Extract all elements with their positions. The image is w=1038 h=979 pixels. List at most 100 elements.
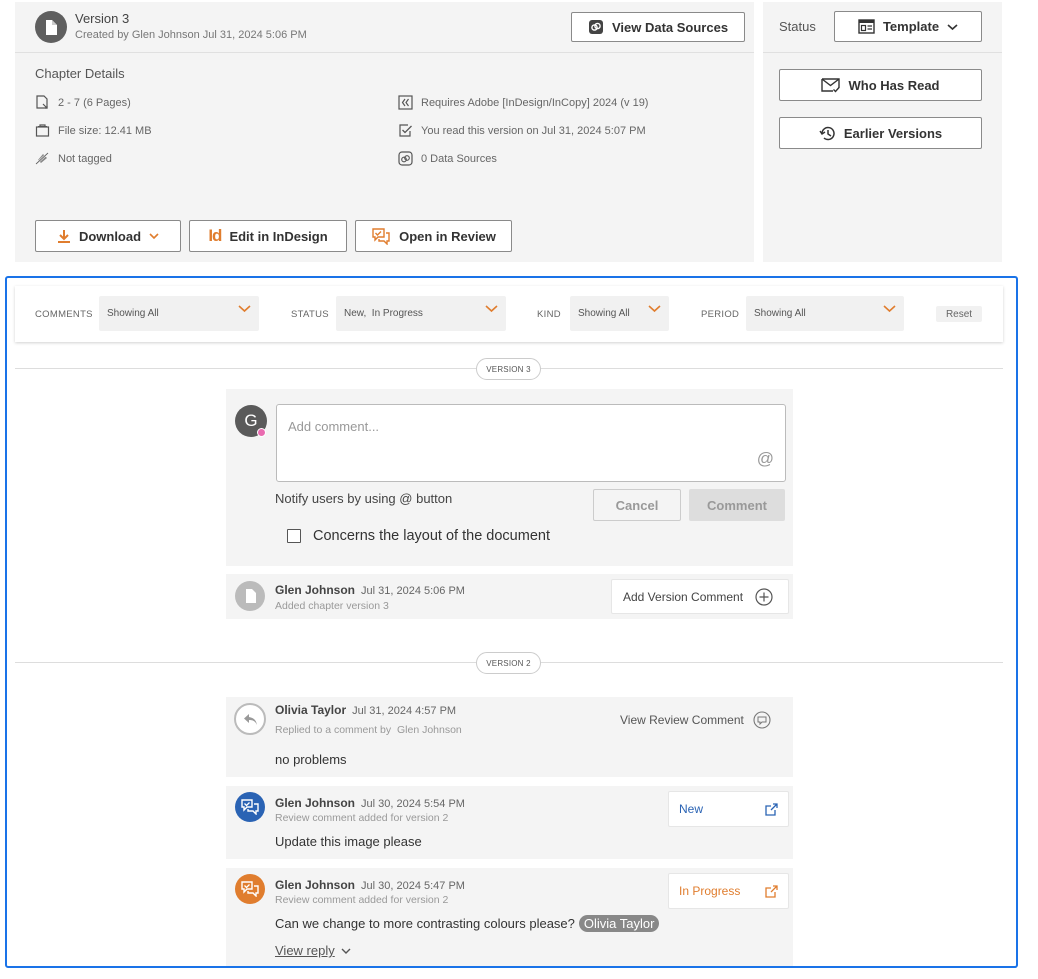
comment-1-header: Glen Johnson Jul 30, 2024 5:54 PM xyxy=(275,796,465,810)
comment-submit-button[interactable]: Comment xyxy=(689,489,785,521)
chevron-down-icon xyxy=(341,948,351,954)
file-size-detail: File size: 12.41 MB xyxy=(35,123,152,138)
comment-2-subtitle: Review comment added for version 2 xyxy=(275,894,449,906)
comments-filter-value: Showing All xyxy=(107,308,159,319)
add-version-comment-label: Add Version Comment xyxy=(623,589,744,604)
comment-2-time: Jul 30, 2024 5:47 PM xyxy=(361,880,465,892)
version-3-event-header: Glen Johnson Jul 31, 2024 5:06 PM xyxy=(275,583,465,597)
data-sources-detail: 0 Data Sources xyxy=(398,151,497,166)
view-data-sources-button[interactable]: View Data Sources xyxy=(571,12,745,42)
download-icon xyxy=(57,229,70,243)
chevron-down-icon xyxy=(485,305,498,313)
add-version-comment-button[interactable]: Add Version Comment xyxy=(611,579,789,614)
chevron-down-icon xyxy=(149,233,159,240)
reply-icon xyxy=(234,703,266,735)
edit-in-indesign-label: Edit in InDesign xyxy=(229,228,328,244)
mail-read-icon xyxy=(821,77,841,93)
view-reply-toggle[interactable]: View reply xyxy=(275,943,351,958)
pages-text: 2 - 7 (6 Pages) xyxy=(58,96,131,109)
chevron-down-icon xyxy=(947,23,958,30)
read-status-detail: You read this version on Jul 31, 2024 5:… xyxy=(398,123,646,138)
file-event-icon xyxy=(235,581,265,611)
briefcase-icon xyxy=(35,124,50,137)
who-has-read-label: Who Has Read xyxy=(848,77,940,93)
data-sources-icon xyxy=(588,20,603,34)
status-filter-dropdown[interactable]: New, In Progress xyxy=(336,296,506,331)
chevron-down-icon xyxy=(238,305,251,313)
comments-filter-dropdown[interactable]: Showing All xyxy=(99,296,259,331)
file-size-text: File size: 12.41 MB xyxy=(58,124,152,137)
open-in-review-label: Open in Review xyxy=(399,228,496,244)
event-author: Glen Johnson xyxy=(275,583,356,597)
comment-1-status-button[interactable]: New xyxy=(668,791,789,827)
period-filter-dropdown[interactable]: Showing All xyxy=(746,296,904,331)
external-link-icon xyxy=(765,885,778,898)
view-review-comment-label: View Review Comment xyxy=(620,713,744,727)
mention-chip[interactable]: Olivia Taylor xyxy=(578,915,660,932)
online-indicator xyxy=(257,428,266,437)
comment-1-author: Glen Johnson xyxy=(275,796,356,810)
status-label: Status xyxy=(779,19,816,34)
kind-filter-value: Showing All xyxy=(578,308,630,319)
chevron-down-icon xyxy=(648,305,661,313)
kind-filter-dropdown[interactable]: Showing All xyxy=(570,296,669,331)
edit-in-indesign-button[interactable]: Id Edit in InDesign xyxy=(189,220,347,252)
template-icon xyxy=(858,19,875,34)
reply-time: Jul 31, 2024 4:57 PM xyxy=(352,705,457,717)
header-divider xyxy=(15,52,754,53)
plus-circle-icon xyxy=(755,587,773,606)
comment-1-text: Update this image please xyxy=(275,834,422,849)
comment-input[interactable]: Add comment... @ xyxy=(276,404,786,482)
status-filter-value: New, In Progress xyxy=(344,308,423,319)
reset-filters-button[interactable]: Reset xyxy=(936,306,982,322)
data-sources-text: 0 Data Sources xyxy=(421,152,497,165)
indesign-icon: Id xyxy=(208,226,222,245)
mention-button[interactable]: @ xyxy=(757,449,774,469)
period-filter-value: Showing All xyxy=(754,308,806,319)
view-review-comment-button[interactable]: View Review Comment xyxy=(620,711,771,729)
reply-subtitle: Replied to a comment by Glen Johnson xyxy=(275,724,462,736)
requires-detail: Requires Adobe [InDesign/InCopy] 2024 (v… xyxy=(398,95,648,110)
layout-checkbox[interactable] xyxy=(287,529,301,543)
reply-author: Olivia Taylor xyxy=(275,703,347,717)
comment-1-subtitle: Review comment added for version 2 xyxy=(275,812,449,824)
status-panel-divider xyxy=(763,52,1002,53)
pages-detail: 2 - 7 (6 Pages) xyxy=(35,95,131,110)
avatar-letter: G xyxy=(244,411,258,430)
review-comments-icon xyxy=(372,228,390,245)
comment-1-time: Jul 30, 2024 5:54 PM xyxy=(361,798,465,810)
history-icon xyxy=(819,126,835,140)
who-has-read-button[interactable]: Who Has Read xyxy=(779,69,982,101)
comment-input-placeholder: Add comment... xyxy=(288,419,380,434)
notify-hint: Notify users by using @ button xyxy=(275,491,453,506)
version-created-by: Created by Glen Johnson Jul 31, 2024 5:0… xyxy=(75,29,307,41)
cancel-button[interactable]: Cancel xyxy=(593,489,681,521)
download-label: Download xyxy=(78,228,142,244)
reply-text: no problems xyxy=(275,752,347,767)
data-sources-outline-icon xyxy=(398,151,413,166)
view-data-sources-label: View Data Sources xyxy=(611,19,729,35)
view-reply-label: View reply xyxy=(275,943,335,958)
untagged-icon xyxy=(35,152,49,165)
layout-checkbox-label: Concerns the layout of the document xyxy=(313,528,550,544)
adobe-app-icon xyxy=(398,95,413,110)
status-value: Template xyxy=(882,19,940,34)
open-in-review-button[interactable]: Open in Review xyxy=(355,220,512,252)
tagged-detail: Not tagged xyxy=(35,151,112,166)
status-dropdown[interactable]: Template xyxy=(834,11,982,42)
comment-2-status-button[interactable]: In Progress xyxy=(668,873,789,909)
comment-2-header: Glen Johnson Jul 30, 2024 5:47 PM xyxy=(275,878,465,892)
comment-1-status: New xyxy=(679,802,704,816)
earlier-versions-button[interactable]: Earlier Versions xyxy=(779,117,982,149)
comment-2-author: Glen Johnson xyxy=(275,878,356,892)
version-file-icon xyxy=(35,11,67,43)
reply-header: Olivia Taylor Jul 31, 2024 4:57 PM xyxy=(275,703,456,717)
version-title: Version 3 xyxy=(75,11,130,26)
read-status-text: You read this version on Jul 31, 2024 5:… xyxy=(421,124,646,137)
status-filter-label: STATUS xyxy=(291,309,329,320)
event-time: Jul 31, 2024 5:06 PM xyxy=(361,585,465,597)
download-button[interactable]: Download xyxy=(35,220,181,252)
version-2-pill: VERSION 2 xyxy=(476,652,541,674)
tagged-text: Not tagged xyxy=(58,152,112,165)
requires-text: Requires Adobe [InDesign/InCopy] 2024 (v… xyxy=(421,96,649,109)
